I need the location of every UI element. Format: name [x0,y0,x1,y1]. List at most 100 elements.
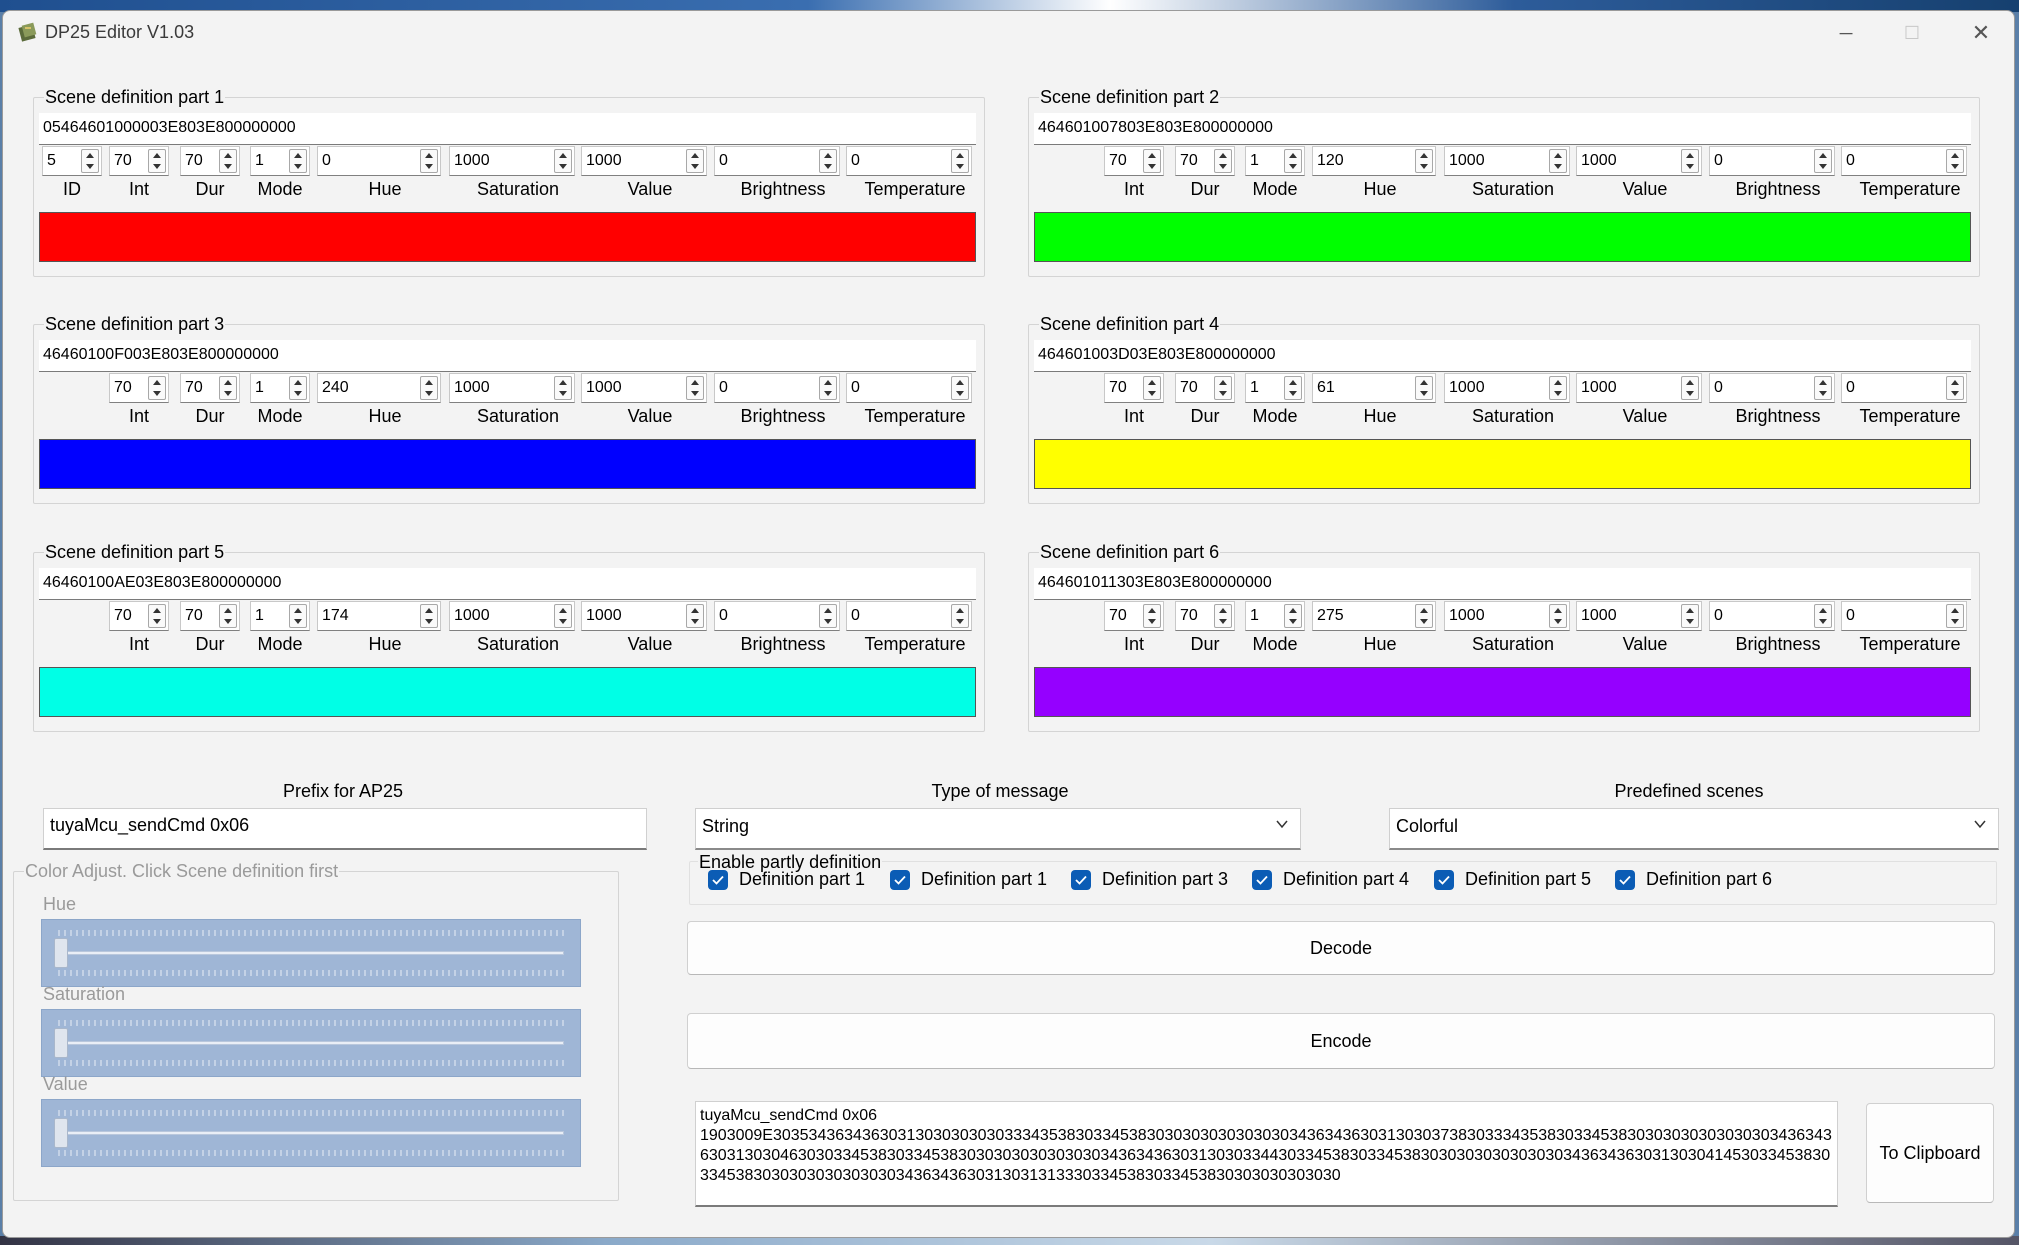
spin-arrows-icon[interactable] [1549,604,1567,628]
close-button[interactable]: ✕ [1948,11,2014,55]
scene-color-swatch[interactable] [39,212,976,262]
spin-arrows-icon[interactable] [686,604,704,628]
decode-button[interactable]: Decode [687,921,1995,975]
spin-arrows-icon[interactable] [1214,149,1232,173]
spin-arrows-icon[interactable] [1946,604,1964,628]
spin-arrows-icon[interactable] [219,149,237,173]
temperature-spinner[interactable]: 0 [846,373,972,403]
scene-color-swatch[interactable] [1034,212,1971,262]
saturation-spinner[interactable]: 1000 [449,601,575,631]
mode-spinner[interactable]: 1 [1245,146,1305,176]
message-type-select[interactable]: String [695,808,1301,850]
spin-arrows-icon[interactable] [1143,149,1161,173]
spin-arrows-icon[interactable] [1946,376,1964,400]
value-slider[interactable] [41,1099,581,1167]
brightness-spinner[interactable]: 0 [714,373,840,403]
spin-arrows-icon[interactable] [420,149,438,173]
saturation-spinner[interactable]: 1000 [1444,601,1570,631]
brightness-spinner[interactable]: 0 [714,601,840,631]
spin-arrows-icon[interactable] [1284,376,1302,400]
spin-arrows-icon[interactable] [289,376,307,400]
scene-hex-input[interactable]: 464601011303E803E800000000 [1034,568,1971,600]
temperature-spinner[interactable]: 0 [846,601,972,631]
dur-spinner[interactable]: 70 [180,373,240,403]
int-spinner[interactable]: 70 [109,601,169,631]
spin-arrows-icon[interactable] [819,376,837,400]
spin-arrows-icon[interactable] [554,604,572,628]
slider-thumb[interactable] [54,1028,68,1058]
definition-part-checkbox[interactable]: Definition part 3 [1071,869,1228,890]
mode-spinner[interactable]: 1 [250,373,310,403]
dur-spinner[interactable]: 70 [1175,373,1235,403]
encode-button[interactable]: Encode [687,1013,1995,1069]
checkbox-checked-icon[interactable] [1434,869,1454,890]
value-spinner[interactable]: 1000 [581,146,707,176]
dur-spinner[interactable]: 70 [1175,146,1235,176]
scene-hex-input[interactable]: 05464601000003E803E800000000 [39,113,976,145]
spin-arrows-icon[interactable] [1814,604,1832,628]
saturation-spinner[interactable]: 1000 [449,146,575,176]
spin-arrows-icon[interactable] [1415,604,1433,628]
spin-arrows-icon[interactable] [420,604,438,628]
spin-arrows-icon[interactable] [1415,149,1433,173]
temperature-spinner[interactable]: 0 [1841,373,1967,403]
dur-spinner[interactable]: 70 [180,601,240,631]
title-bar[interactable]: DP25 Editor V1.03 ─ ☐ ✕ [3,11,2014,55]
brightness-spinner[interactable]: 0 [1709,146,1835,176]
saturation-spinner[interactable]: 1000 [1444,146,1570,176]
definition-part-checkbox[interactable]: Definition part 1 [708,869,865,890]
to-clipboard-button[interactable]: To Clipboard [1866,1103,1994,1203]
scene-color-swatch[interactable] [39,667,976,717]
spin-arrows-icon[interactable] [1415,376,1433,400]
mode-spinner[interactable]: 1 [1245,601,1305,631]
slider-thumb[interactable] [54,938,68,968]
hue-spinner[interactable]: 0 [317,146,441,176]
spin-arrows-icon[interactable] [420,376,438,400]
brightness-spinner[interactable]: 0 [1709,601,1835,631]
spin-arrows-icon[interactable] [1814,149,1832,173]
checkbox-checked-icon[interactable] [1071,869,1091,890]
definition-part-checkbox[interactable]: Definition part 6 [1615,869,1772,890]
spin-arrows-icon[interactable] [289,604,307,628]
int-spinner[interactable]: 70 [1104,373,1164,403]
saturation-slider[interactable] [41,1009,581,1077]
value-spinner[interactable]: 1000 [581,601,707,631]
hue-spinner[interactable]: 120 [1312,146,1436,176]
scene-color-swatch[interactable] [1034,439,1971,489]
spin-arrows-icon[interactable] [819,604,837,628]
spin-arrows-icon[interactable] [148,149,166,173]
spin-arrows-icon[interactable] [1284,604,1302,628]
scene-hex-input[interactable]: 464601007803E803E800000000 [1034,113,1971,145]
spin-arrows-icon[interactable] [1214,604,1232,628]
checkbox-checked-icon[interactable] [890,869,910,890]
spin-arrows-icon[interactable] [148,604,166,628]
temperature-spinner[interactable]: 0 [846,146,972,176]
output-textarea[interactable]: tuyaMcu_sendCmd 0x06 1903009E30353436343… [695,1101,1838,1207]
predefined-scenes-select[interactable]: Colorful [1389,808,1999,850]
slider-thumb[interactable] [54,1118,68,1148]
dur-spinner[interactable]: 70 [180,146,240,176]
spin-arrows-icon[interactable] [1143,604,1161,628]
definition-part-checkbox[interactable]: Definition part 5 [1434,869,1591,890]
id-spinner[interactable]: 5 [42,146,102,176]
mode-spinner[interactable]: 1 [1245,373,1305,403]
hue-spinner[interactable]: 240 [317,373,441,403]
mode-spinner[interactable]: 1 [250,146,310,176]
int-spinner[interactable]: 70 [109,373,169,403]
spin-arrows-icon[interactable] [819,149,837,173]
spin-arrows-icon[interactable] [554,149,572,173]
spin-arrows-icon[interactable] [1681,149,1699,173]
spin-arrows-icon[interactable] [1814,376,1832,400]
scene-hex-input[interactable]: 46460100F003E803E800000000 [39,340,976,372]
spin-arrows-icon[interactable] [1681,376,1699,400]
scene-color-swatch[interactable] [39,439,976,489]
value-spinner[interactable]: 1000 [1576,373,1702,403]
prefix-input[interactable]: tuyaMcu_sendCmd 0x06 [43,808,647,850]
checkbox-checked-icon[interactable] [1615,869,1635,890]
spin-arrows-icon[interactable] [951,149,969,173]
spin-arrows-icon[interactable] [951,376,969,400]
definition-part-checkbox[interactable]: Definition part 1 [890,869,1047,890]
value-spinner[interactable]: 1000 [581,373,707,403]
scene-hex-input[interactable]: 464601003D03E803E800000000 [1034,340,1971,372]
brightness-spinner[interactable]: 0 [1709,373,1835,403]
